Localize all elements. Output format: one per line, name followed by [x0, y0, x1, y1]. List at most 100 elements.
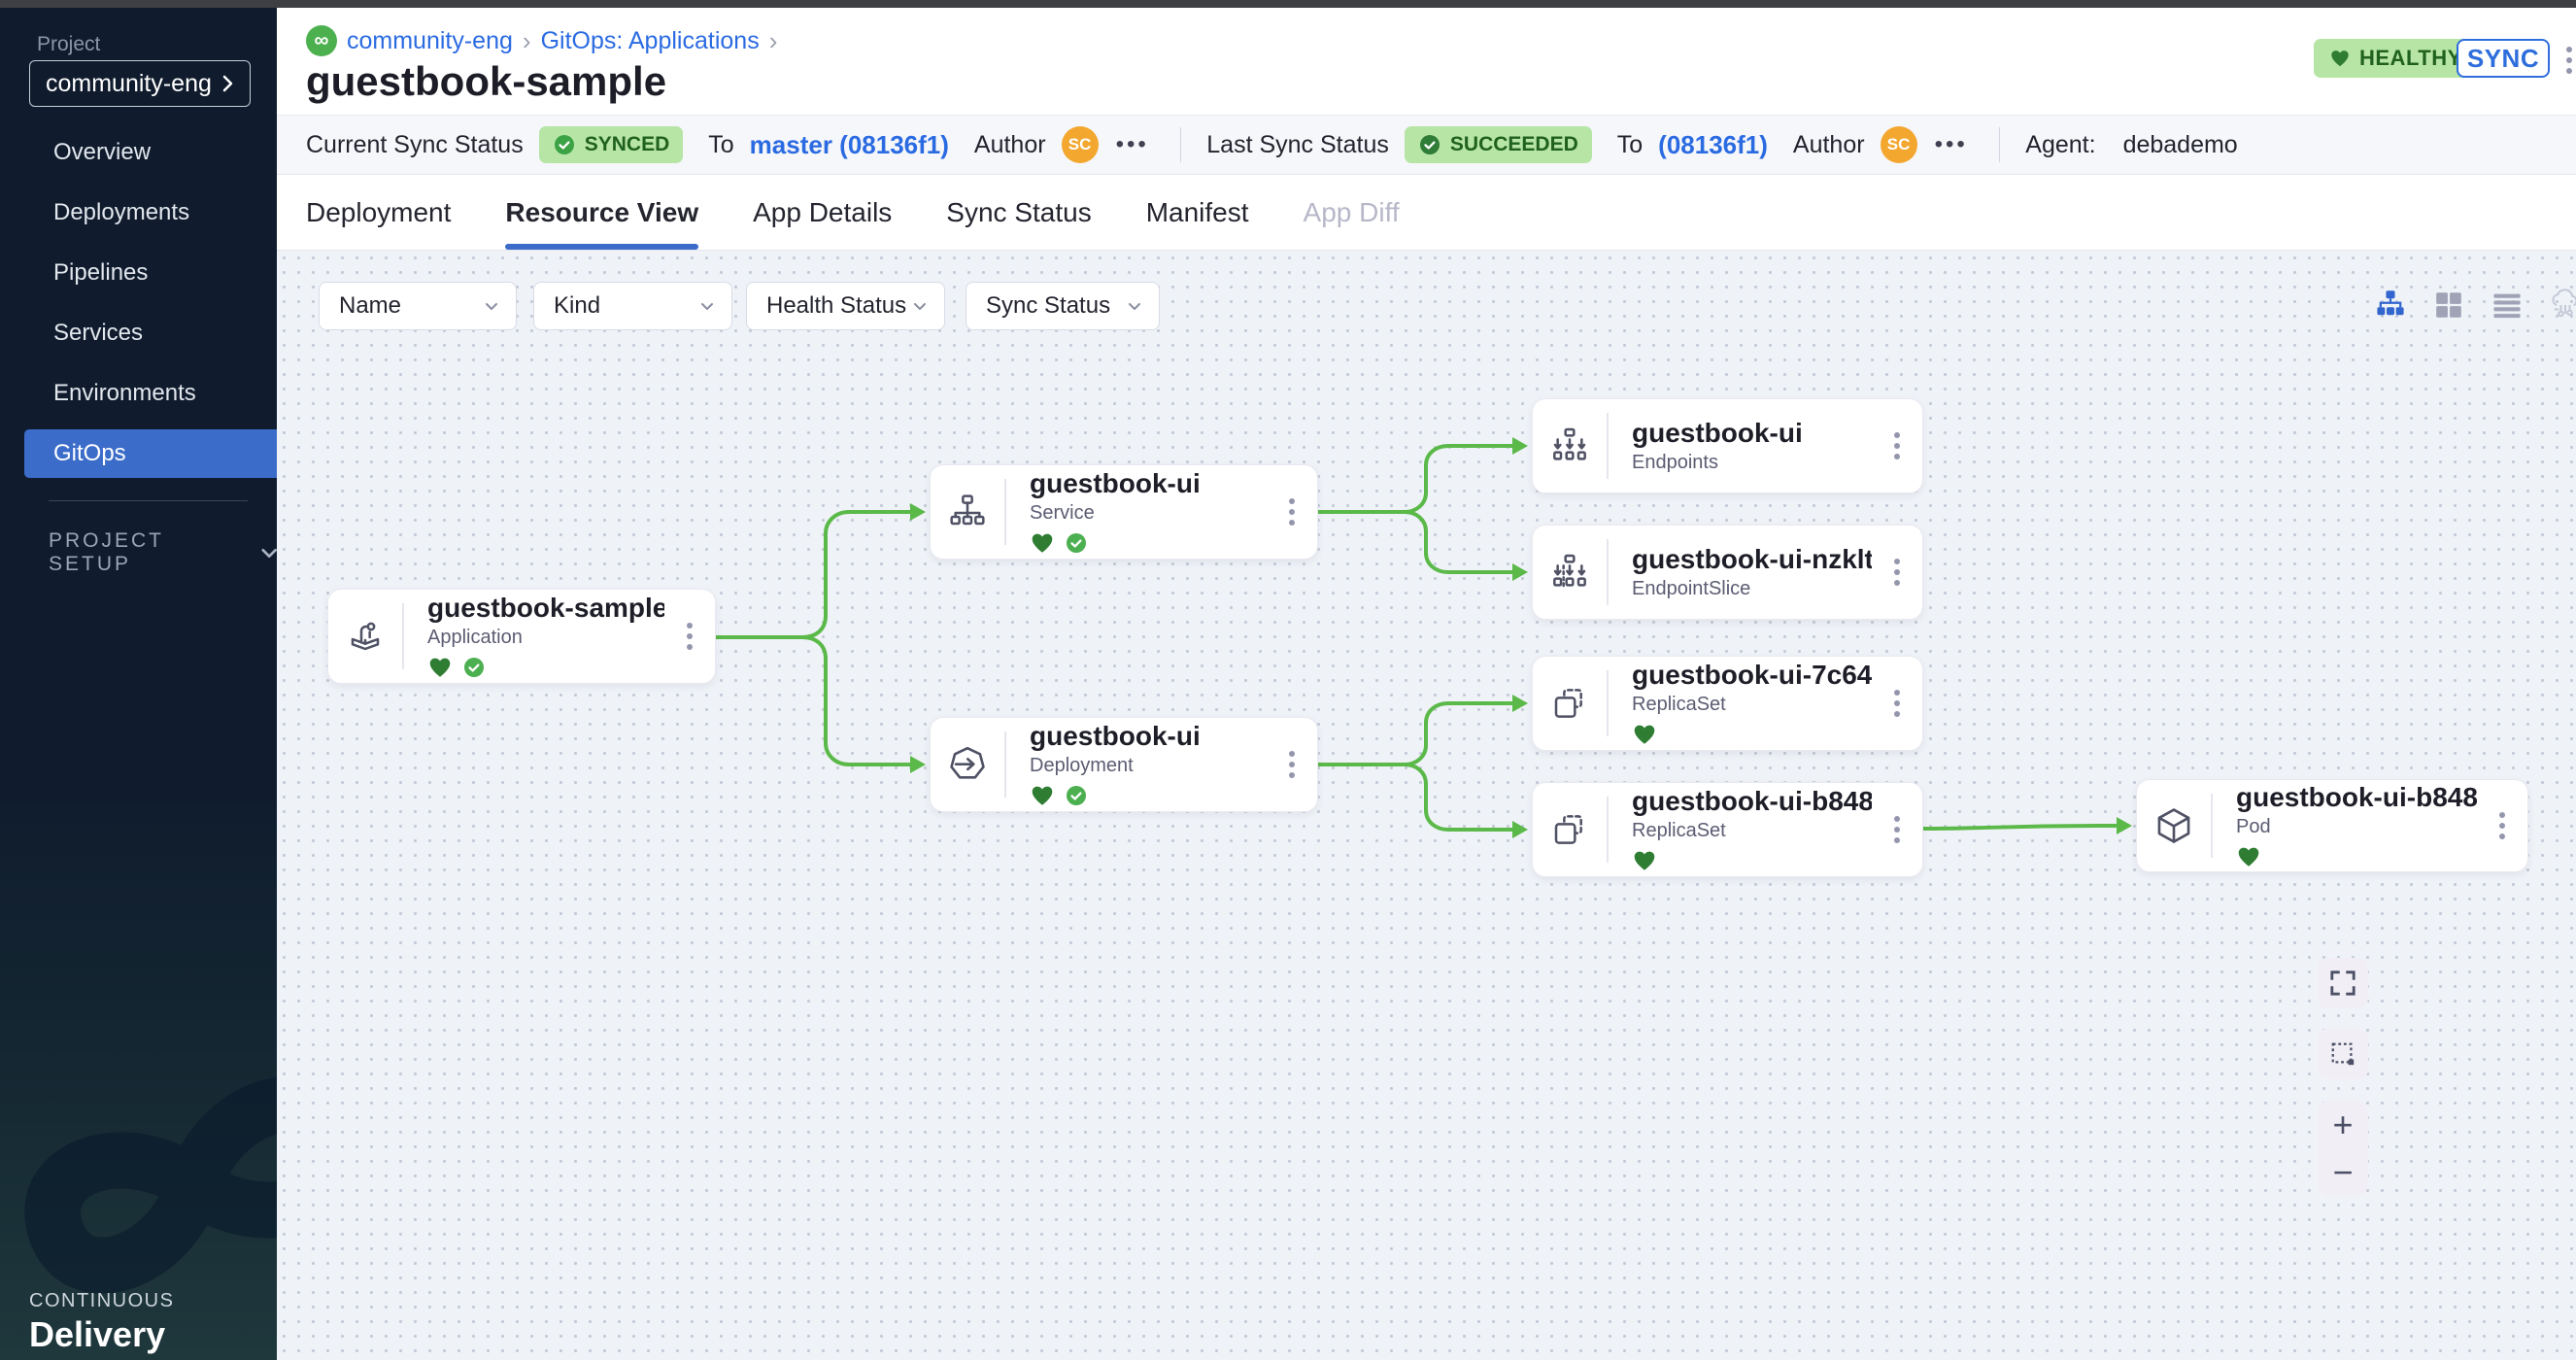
node-pod[interactable]: guestbook-ui-b848d5d9... Pod	[2136, 779, 2528, 872]
zoom-out-button[interactable]: −	[2332, 1155, 2353, 1190]
list-view-icon[interactable]	[2490, 288, 2525, 323]
endpointslice-icon	[1533, 526, 1607, 619]
health-badge-label: HEALTHY	[2359, 46, 2462, 71]
sidebar-item-deployments[interactable]: Deployments	[0, 188, 277, 237]
module-logo: CONTINUOUS Delivery	[29, 1290, 174, 1355]
application-icon	[328, 590, 402, 683]
check-circle-icon	[1418, 133, 1441, 156]
node-replicaset-1[interactable]: guestbook-ui-7c64987dc9 ReplicaSet	[1532, 656, 1923, 751]
filter-name-dropdown[interactable]: Name	[319, 282, 517, 330]
node-kind: ReplicaSet	[1632, 694, 1872, 716]
chevron-down-icon	[485, 302, 498, 311]
page-title: guestbook-sample	[306, 58, 666, 105]
chevron-down-icon	[261, 548, 277, 559]
node-title: guestbook-ui	[1030, 721, 1267, 752]
breadcrumb-separator: ›	[769, 26, 778, 56]
project-selector[interactable]: community-eng	[29, 60, 251, 107]
filter-label: Kind	[554, 292, 600, 320]
node-kebab-menu-icon[interactable]	[687, 623, 693, 650]
project-setup-toggle[interactable]: PROJECT SETUP	[49, 529, 277, 576]
filter-health-status-dropdown[interactable]: Health Status	[746, 282, 945, 330]
node-status	[1632, 848, 1872, 873]
node-kebab-menu-icon[interactable]	[1894, 559, 1900, 586]
module-logo-kicker: CONTINUOUS	[29, 1290, 174, 1312]
filter-label: Name	[339, 292, 401, 320]
grid-view-icon[interactable]	[2431, 288, 2466, 323]
current-revision-link[interactable]: master (08136f1)	[750, 130, 949, 160]
sidebar-item-environments[interactable]: Environments	[0, 369, 277, 418]
node-kebab-menu-icon[interactable]	[1894, 690, 1900, 717]
tab-deployment[interactable]: Deployment	[306, 175, 451, 250]
author-avatar: SC	[1881, 126, 1917, 163]
sidebar-item-services[interactable]: Services	[0, 309, 277, 357]
last-revision-link[interactable]: (08136f1)	[1658, 130, 1768, 160]
tab-bar: Deployment Resource View App Details Syn…	[277, 175, 2576, 251]
more-options-icon[interactable]: •••	[1116, 131, 1149, 158]
breadcrumb-applications-link[interactable]: GitOps: Applications	[541, 27, 760, 55]
synced-badge-label: SYNCED	[585, 133, 670, 156]
project-label: Project	[37, 33, 100, 56]
to-label: To	[1617, 131, 1643, 159]
tab-label: Sync Status	[946, 197, 1091, 228]
node-deployment[interactable]: guestbook-ui Deployment	[930, 717, 1318, 812]
filter-kind-dropdown[interactable]: Kind	[533, 282, 732, 330]
resource-tree-canvas[interactable]: Name Kind Health Status Sync Status	[277, 251, 2576, 1360]
node-kebab-menu-icon[interactable]	[2499, 812, 2505, 839]
sidebar-item-overview[interactable]: Overview	[0, 128, 277, 177]
node-endpoints[interactable]: guestbook-ui Endpoints	[1532, 398, 1923, 493]
synced-check-icon	[1065, 531, 1088, 555]
tab-label: Resource View	[505, 197, 698, 228]
author-label: Author	[974, 131, 1046, 159]
node-endpointslice[interactable]: guestbook-ui-nzklt EndpointSlice	[1532, 525, 1923, 620]
breadcrumb-separator: ›	[523, 26, 531, 56]
zoom-in-button[interactable]: +	[2332, 1107, 2353, 1142]
cloud-network-view-icon[interactable]	[2548, 288, 2576, 323]
sidebar-item-gitops[interactable]: GitOps	[24, 429, 277, 478]
node-kebab-menu-icon[interactable]	[1289, 751, 1295, 778]
replicaset-icon	[1533, 657, 1607, 750]
node-kind: Pod	[2236, 816, 2477, 838]
fullscreen-button[interactable]	[2318, 958, 2368, 1008]
fit-selection-button[interactable]	[2318, 1029, 2368, 1079]
current-sync-status-label: Current Sync Status	[306, 131, 524, 159]
node-kind: Service	[1030, 502, 1267, 525]
succeeded-badge-label: SUCCEEDED	[1450, 133, 1578, 156]
filter-sync-status-dropdown[interactable]: Sync Status	[966, 282, 1160, 330]
node-application[interactable]: guestbook-sample Application	[327, 589, 716, 684]
health-status-badge: HEALTHY	[2314, 39, 2478, 78]
node-kebab-menu-icon[interactable]	[1289, 498, 1295, 526]
tab-label: Deployment	[306, 197, 451, 228]
tab-label: App Details	[753, 197, 892, 228]
more-options-icon[interactable]: •••	[1935, 131, 1968, 158]
pod-icon	[2137, 780, 2211, 871]
sync-button[interactable]: SYNC	[2457, 39, 2550, 78]
breadcrumb-project-link[interactable]: community-eng	[347, 27, 513, 55]
chevron-down-icon	[1128, 302, 1141, 311]
tab-manifest[interactable]: Manifest	[1146, 175, 1249, 250]
tab-resource-view[interactable]: Resource View	[505, 175, 698, 250]
tab-app-details[interactable]: App Details	[753, 175, 892, 250]
node-service[interactable]: guestbook-ui Service	[930, 464, 1318, 560]
project-setup-label: PROJECT SETUP	[49, 529, 236, 576]
tab-sync-status[interactable]: Sync Status	[946, 175, 1091, 250]
healthy-heart-icon	[2236, 844, 2261, 869]
view-toggle-group	[2373, 288, 2576, 323]
tree-view-icon[interactable]	[2373, 288, 2408, 323]
node-replicaset-2[interactable]: guestbook-ui-b848d5d9d ReplicaSet	[1532, 782, 1923, 877]
node-kebab-menu-icon[interactable]	[1894, 432, 1900, 459]
sidebar-item-pipelines[interactable]: Pipelines	[0, 249, 277, 297]
node-title: guestbook-ui	[1030, 468, 1267, 499]
node-title: guestbook-ui-nzklt	[1632, 544, 1872, 575]
divider	[1180, 127, 1182, 162]
node-kebab-menu-icon[interactable]	[1894, 816, 1900, 843]
filter-label: Sync Status	[986, 292, 1110, 320]
page-kebab-menu-icon[interactable]	[2566, 47, 2572, 74]
gitops-app-screen: Project community-eng Overview Deploymen…	[0, 0, 2576, 1360]
sync-status-bar: Current Sync Status SYNCED To master (08…	[277, 115, 2576, 175]
check-circle-icon	[553, 133, 576, 156]
healthy-heart-icon	[1030, 783, 1055, 808]
endpoints-icon	[1533, 399, 1607, 493]
node-status	[1632, 722, 1872, 747]
healthy-heart-icon	[1632, 722, 1657, 747]
node-kind: Endpoints	[1632, 452, 1872, 474]
